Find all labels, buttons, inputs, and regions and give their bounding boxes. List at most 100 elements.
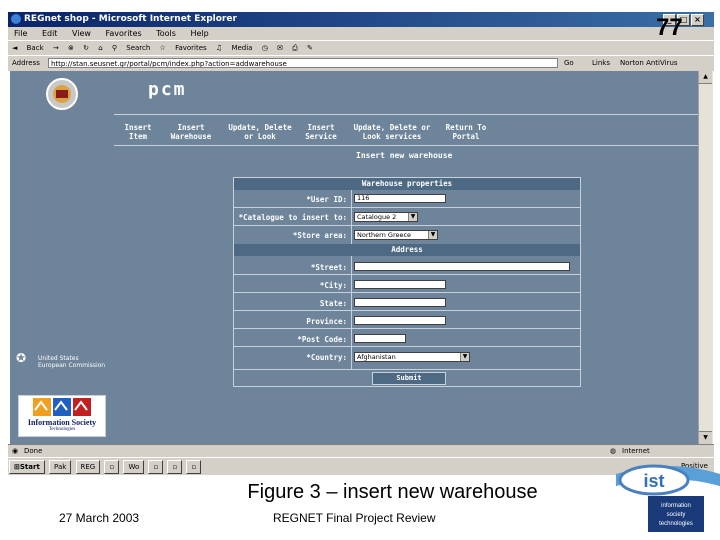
window-title-bar: REGnet shop - Microsoft Internet Explore…	[8, 12, 714, 27]
forward-button[interactable]: →	[53, 44, 59, 52]
ist-logo-sub: Technologies	[48, 427, 76, 432]
nav-update-delete-look-services[interactable]: Update, Delete or Look services	[348, 123, 436, 141]
search-button[interactable]: Search	[126, 44, 150, 52]
row-divider	[234, 346, 580, 347]
menu-view[interactable]: View	[72, 29, 91, 38]
column-divider	[351, 190, 352, 244]
province-label: Province:	[306, 317, 347, 326]
street-label: *Street:	[310, 263, 347, 272]
back-button[interactable]: Back	[27, 44, 44, 52]
warehouse-form: Warehouse properties *User ID: 116 *Cata…	[233, 177, 581, 387]
menu-edit[interactable]: Edit	[42, 29, 58, 38]
browser-viewport: ✪ United States European Commission Info…	[10, 71, 698, 444]
row-divider	[234, 310, 580, 311]
task-6[interactable]: ▫	[167, 460, 183, 474]
mail-icon[interactable]: ✉	[277, 44, 283, 52]
start-label: Start	[19, 463, 40, 471]
chevron-down-icon[interactable]: ▼	[408, 213, 417, 221]
print-icon[interactable]: ⎙	[292, 44, 298, 52]
row-divider	[234, 225, 580, 226]
nav-insert-service[interactable]: Insert Service	[300, 123, 342, 141]
address-input[interactable]: http://stan.seusnet.gr/portal/pcm/index.…	[48, 58, 558, 68]
country-select[interactable]: Afghanistan ▼	[354, 352, 470, 362]
ie-icon	[11, 14, 21, 24]
task-3[interactable]: ▫	[104, 460, 120, 474]
chevron-down-icon[interactable]: ▼	[460, 353, 469, 361]
row-divider	[234, 328, 580, 329]
ist-waves-icon	[33, 398, 91, 416]
menu-bar: File Edit View Favorites Tools Help	[8, 27, 714, 40]
section-address: Address	[234, 244, 580, 256]
city-input[interactable]	[354, 280, 446, 289]
menu-tools[interactable]: Tools	[156, 29, 176, 38]
edit-icon[interactable]: ✎	[307, 44, 313, 52]
scroll-up-icon[interactable]: ▲	[699, 71, 712, 84]
submit-button[interactable]: Submit	[372, 372, 446, 385]
task-5[interactable]: ▫	[148, 460, 164, 474]
row-divider	[234, 207, 580, 208]
refresh-icon[interactable]: ↻	[83, 44, 89, 52]
address-label: Address	[12, 59, 40, 67]
taskbar: ⊞Start Pak REG ▫ Wo ▫ ▫ ▫ Positive	[8, 457, 714, 475]
history-icon[interactable]: ◷	[262, 44, 268, 52]
brand-title: pcm	[148, 79, 187, 100]
svg-text:society: society	[667, 512, 686, 518]
start-button[interactable]: ⊞Start	[9, 460, 45, 474]
province-input[interactable]	[354, 316, 446, 325]
left-sidebar: ✪ United States European Commission Info…	[10, 71, 114, 444]
svg-text:technologies: technologies	[659, 521, 693, 527]
favorites-icon[interactable]: ☆	[160, 44, 166, 52]
slide-number: 77	[656, 14, 683, 41]
close-button[interactable]: ×	[691, 14, 704, 26]
task-2[interactable]: REG	[75, 460, 101, 474]
user-id-input[interactable]: 116	[354, 194, 446, 203]
menu-file[interactable]: File	[14, 29, 27, 38]
task-7[interactable]: ▫	[186, 460, 202, 474]
home-icon[interactable]: ⌂	[98, 44, 102, 52]
street-input[interactable]	[354, 262, 570, 271]
store-area-label: *Store area:	[292, 231, 347, 240]
eu-text: United States European Commission	[38, 355, 106, 369]
eu-stars-icon: ✪	[16, 351, 27, 365]
task-1[interactable]: Pak	[49, 460, 72, 474]
toolbar: ◄ Back → ⊗ ↻ ⌂ ⚲ Search ☆ Favorites ♫ Me…	[8, 40, 714, 56]
go-button[interactable]: Go	[564, 56, 574, 71]
country-value: Afghanistan	[357, 353, 396, 361]
figure-caption: Figure 3 – insert new warehouse	[247, 481, 538, 503]
footer-title: REGNET Final Project Review	[273, 511, 436, 525]
stop-icon[interactable]: ⊗	[68, 44, 74, 52]
favorites-button[interactable]: Favorites	[175, 44, 207, 52]
links-button[interactable]: Links	[592, 56, 610, 71]
country-label: *Country:	[306, 353, 347, 362]
header-band	[114, 71, 698, 111]
menu-help[interactable]: Help	[190, 29, 208, 38]
nav-insert-warehouse[interactable]: Insert Warehouse	[162, 123, 220, 141]
ist-corner-text: ist	[643, 471, 664, 491]
search-icon[interactable]: ⚲	[112, 44, 117, 52]
scroll-down-icon[interactable]: ▼	[699, 431, 712, 444]
store-area-select[interactable]: Northern Greece ▼	[354, 230, 438, 240]
internet-zone-icon: ◍	[610, 447, 617, 455]
state-label: State:	[319, 299, 347, 308]
task-4[interactable]: Wo	[123, 460, 145, 474]
post-code-input[interactable]	[354, 334, 406, 343]
chevron-down-icon[interactable]: ▼	[428, 231, 437, 239]
ist-logo-text: Information Society	[27, 418, 97, 427]
menu-favorites[interactable]: Favorites	[106, 29, 142, 38]
state-input[interactable]	[354, 298, 446, 307]
norton-button[interactable]: Norton AntiVirus	[620, 56, 678, 71]
row-divider	[234, 292, 580, 293]
nav-return-to-portal[interactable]: Return To Portal	[440, 123, 492, 141]
vertical-scrollbar[interactable]: ▲ ▼	[698, 71, 713, 444]
catalogue-select[interactable]: Catalogue 2 ▼	[354, 212, 418, 222]
media-button[interactable]: Media	[231, 44, 252, 52]
back-icon[interactable]: ◄	[12, 44, 17, 52]
ist-society-logo: Information Society Technologies	[18, 395, 106, 437]
media-icon[interactable]: ♫	[216, 44, 222, 52]
nav-insert-item[interactable]: Insert Item	[120, 123, 156, 141]
post-code-label: *Post Code:	[297, 335, 347, 344]
page-subheading: Insert new warehouse	[356, 151, 453, 160]
section-warehouse-properties: Warehouse properties	[234, 178, 580, 190]
nav-update-delete-look[interactable]: Update, Delete or Look	[224, 123, 296, 141]
site-logo-icon	[46, 78, 78, 110]
